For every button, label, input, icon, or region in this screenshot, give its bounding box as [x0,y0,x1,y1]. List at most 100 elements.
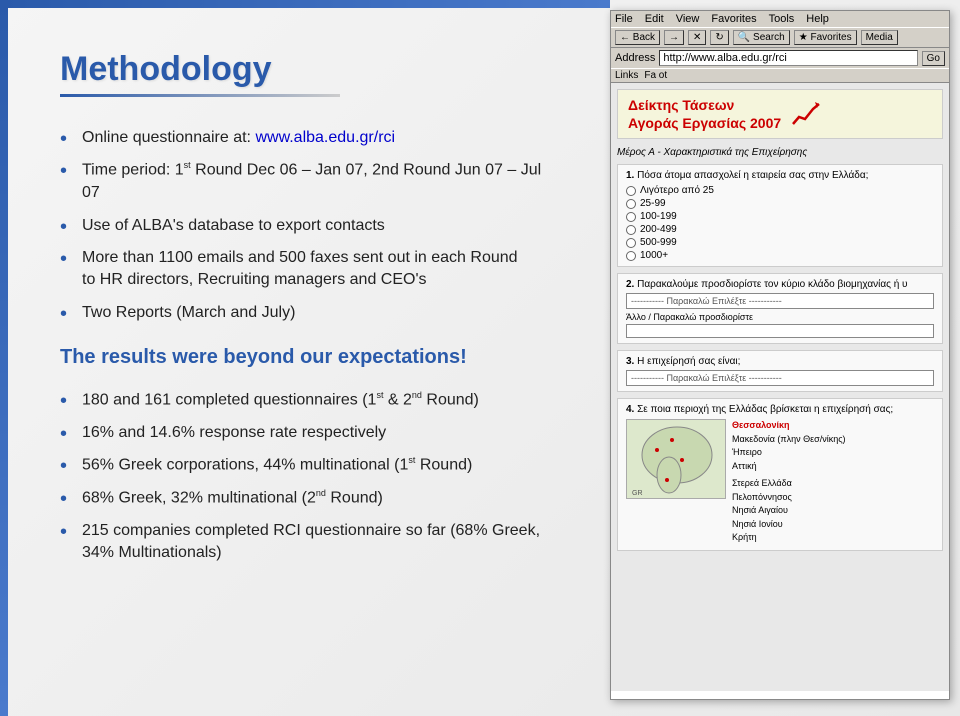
greek-header: Δείκτης Τάσεων Αγοράς Εργασίας 2007 [617,89,943,139]
q1-number: 1. [626,170,634,181]
back-button[interactable]: ← Back [615,30,660,45]
menu-file[interactable]: File [615,13,633,25]
address-bar-row: Address http://www.alba.edu.gr/rci Go [611,48,949,68]
page-title: Methodology [60,50,560,89]
menu-edit[interactable]: Edit [645,13,664,25]
radio-25-99[interactable] [626,199,636,209]
list-item-1: Online questionnaire at: www.alba.edu.gr… [60,127,560,149]
refresh-button[interactable]: ↻ [710,30,728,45]
greek-title-line2: Αγοράς Εργασίας 2007 [628,114,781,132]
title-underline [60,94,340,97]
left-decorative-bar [0,0,8,716]
label-500-999: 500-999 [640,237,677,248]
greek-title-block: Δείκτης Τάσεων Αγοράς Εργασίας 2007 [628,96,781,132]
option-lt25: Λιγότερο από 25 [626,185,934,196]
result-item-4: 68% Greek, 32% multinational (2nd Round) [60,487,560,510]
svg-text:GR: GR [632,490,643,497]
q2-dropdown[interactable]: ----------- Παρακαλώ Επιλέξτε ----------… [626,293,934,309]
results-list: 180 and 161 completed questionnaires (1s… [60,389,560,564]
q3-dropdown[interactable]: ----------- Παρακαλώ Επιλέξτε ----------… [626,370,934,386]
result-item-2: 16% and 14.6% response rate respectively [60,422,560,444]
radio-100-199[interactable] [626,212,636,222]
result-item-1: 180 and 161 completed questionnaires (1s… [60,389,560,412]
question-4-block: 4. Σε ποια περιοχή της Ελλάδας βρίσκεται… [617,398,943,551]
menu-favorites[interactable]: Favorites [711,13,756,25]
label-1000plus: 1000+ [640,250,668,261]
list-item-2: Time period: 1st Round Dec 06 – Jan 07, … [60,159,560,204]
results-heading: The results were beyond our expectations… [60,346,560,369]
address-label: Address [615,52,655,64]
links-toolbar: Links Fa ot [611,68,949,82]
browser-content: Δείκτης Τάσεων Αγοράς Εργασίας 2007 Μέρο… [611,83,949,691]
region-kriti: Κρήτη [732,531,846,545]
result-item-3: 56% Greek corporations, 44% multinationa… [60,454,560,477]
section-label: Μέρος Α - Χαρακτηριστικά της Επιχείρησης [617,147,943,158]
stop-button[interactable]: ✕ [688,30,706,45]
links-label: Links [615,70,638,81]
label-lt25: Λιγότερο από 25 [640,185,714,196]
radio-1000plus[interactable] [626,251,636,261]
menu-tools[interactable]: Tools [769,13,795,25]
q1-options: Λιγότερο από 25 25-99 100-199 [626,185,934,261]
region-attiki: Αττική [732,460,846,474]
region-makedonia: Μακεδονία (πλην Θεσ/νίκης) [732,433,846,447]
title-section: Methodology [60,50,560,97]
right-panel: File Edit View Favorites Tools Help ← Ba… [610,0,960,716]
q2-number: 2. [626,279,634,290]
q2-other: Άλλο / Παρακαλώ προσδιορίστε [626,312,934,322]
search-button[interactable]: 🔍 Search [733,30,790,45]
region-nissia-aigaiou: Νησιά Αιγαίου [732,504,846,518]
menu-view[interactable]: View [676,13,700,25]
browser-window: File Edit View Favorites Tools Help ← Ba… [610,10,950,700]
label-200-499: 200-499 [640,224,677,235]
region-thessaloniki: Θεσσαλονίκη [732,419,846,433]
map-labels: Θεσσαλονίκη Μακεδονία (πλην Θεσ/νίκης) Ή… [732,419,846,545]
label-25-99: 25-99 [640,198,666,209]
website-link[interactable]: www.alba.edu.gr/rci [255,129,395,146]
left-panel: Methodology Online questionnaire at: www… [0,0,610,716]
region-peloponnisos: Πελοπόννησος [732,491,846,505]
top-decorative-bar [0,0,610,8]
radio-lt25[interactable] [626,186,636,196]
list-item-4: More than 1100 emails and 500 faxes sent… [60,247,560,292]
q1-text: Πόσα άτομα απασχολεί η εταιρεία σας στην… [637,170,868,181]
radio-500-999[interactable] [626,238,636,248]
greece-map-icon: GR [626,419,726,499]
q3-number: 3. [626,356,634,367]
option-1000plus: 1000+ [626,250,934,261]
option-25-99: 25-99 [626,198,934,209]
region-nissia-ioniou: Νησιά Ιονίου [732,518,846,532]
media-button[interactable]: Media [861,30,898,45]
q4-text: Σε ποια περιοχή της Ελλάδας βρίσκεται η … [637,404,893,415]
favorites-toolbar-text: Fa ot [644,70,667,81]
question-3-block: 3. Η επιχείρησή σας είναι; ----------- Π… [617,350,943,392]
forward-button[interactable]: → [664,30,684,45]
chart-arrow-icon [791,99,821,129]
list-item-3: Use of ALBA's database to export contact… [60,215,560,237]
label-100-199: 100-199 [640,211,677,222]
list-item-5: Two Reports (March and July) [60,302,560,324]
greek-title-line1: Δείκτης Τάσεων [628,96,781,114]
result-item-5: 215 companies completed RCI questionnair… [60,520,560,565]
q2-text: Παρακαλούμε προσδιορίστε τον κύριο κλάδο… [637,279,907,290]
browser-toolbar: ← Back → ✕ ↻ 🔍 Search ★ Favorites Media [611,27,949,48]
q3-text: Η επιχείρησή σας είναι; [637,356,740,367]
radio-200-499[interactable] [626,225,636,235]
option-100-199: 100-199 [626,211,934,222]
browser-chrome: File Edit View Favorites Tools Help ← Ba… [611,11,949,83]
q4-number: 4. [626,404,634,415]
region-sterea: Στερεά Ελλάδα [732,477,846,491]
browser-menubar: File Edit View Favorites Tools Help [611,11,949,27]
question-2-block: 2. Παρακαλούμε προσδιορίστε τον κύριο κλ… [617,273,943,344]
methodology-list: Online questionnaire at: www.alba.edu.gr… [60,127,560,324]
question-1-block: 1. Πόσα άτομα απασχολεί η εταιρεία σας σ… [617,164,943,267]
option-200-499: 200-499 [626,224,934,235]
favorites-button[interactable]: ★ Favorites [794,30,857,45]
menu-help[interactable]: Help [806,13,829,25]
go-button[interactable]: Go [922,51,945,66]
option-500-999: 500-999 [626,237,934,248]
map-area: GR Θεσσαλονίκη Μακεδονία (πλην Θ [626,419,934,545]
address-field[interactable]: http://www.alba.edu.gr/rci [659,50,917,66]
region-ipeiros: Ήπειρο [732,446,846,460]
q2-other-input[interactable] [626,324,934,338]
